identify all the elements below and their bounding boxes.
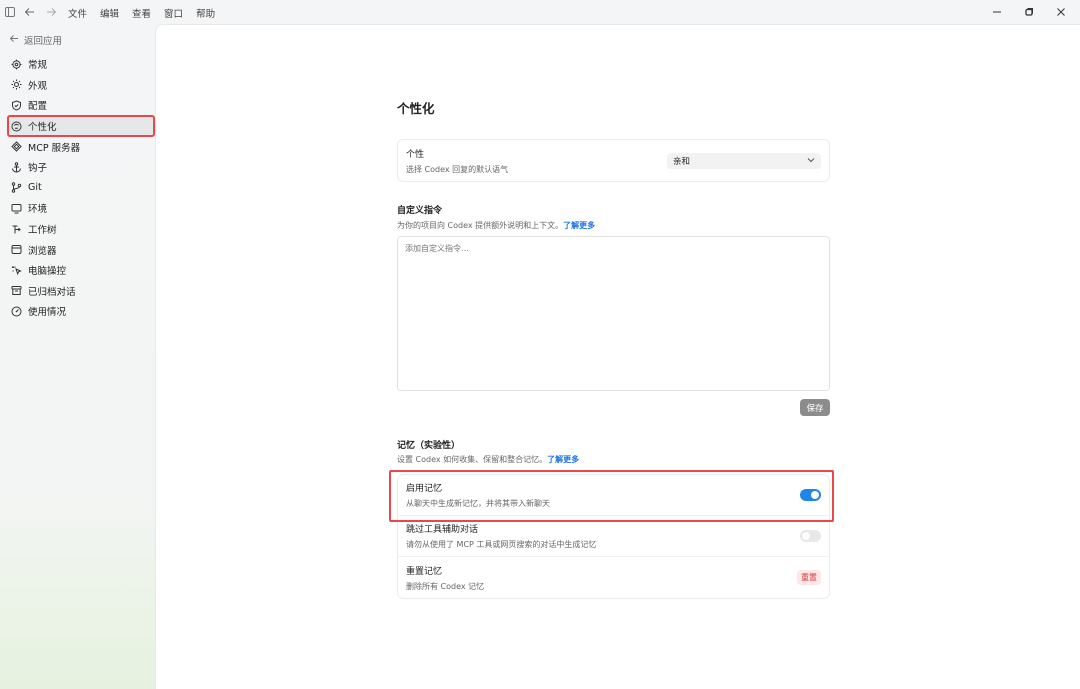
sidebar-item-label: 已归档对话 (28, 286, 76, 298)
personality-card: 个性 选择 Codex 回复的默认语气 亲和 (397, 139, 830, 182)
gauge-icon (11, 306, 22, 317)
git-branch-icon (11, 182, 22, 194)
menu-edit[interactable]: 编辑 (100, 6, 119, 20)
sidebar-item-git[interactable]: Git (8, 178, 154, 199)
memory-card: 启用记忆 从聊天中生成新记忆，并将其带入新聊天 跳过工具辅助对话 请勿从使用了 … (397, 474, 830, 599)
sidebar-item-archived-chats[interactable]: 已归档对话 (8, 281, 154, 302)
sidebar-item-label: 电脑操控 (28, 266, 67, 278)
page-title: 个性化 (397, 101, 435, 116)
personality-select[interactable]: 亲和 (667, 152, 821, 169)
sidebar-item-hooks[interactable]: 钩子 (8, 157, 154, 178)
reset-memory-desc: 删除所有 Codex 记忆 (406, 581, 485, 591)
toggle-knob (811, 491, 819, 499)
shield-icon (11, 100, 22, 111)
sidebar-item-computer-control[interactable]: 电脑操控 (8, 260, 154, 281)
sidebar-item-worktree[interactable]: 工作树 (8, 219, 154, 240)
back-to-app-label: 返回应用 (24, 36, 63, 47)
custom-instructions-desc: 为你的项目向 Codex 提供额外说明和上下文。了解更多 (397, 220, 595, 231)
settings-main-panel: 个性化 个性 选择 Codex 回复的默认语气 亲和 自定义指令 为你的项目向 … (155, 24, 1080, 689)
enable-memory-toggle[interactable] (800, 489, 821, 501)
sidebar-item-usage[interactable]: 使用情况 (8, 301, 154, 322)
sidebar-toggle-icon[interactable] (3, 5, 17, 19)
custom-instructions-title: 自定义指令 (397, 206, 443, 216)
menu-window[interactable]: 窗口 (164, 6, 183, 20)
sidebar-item-label: 环境 (28, 204, 48, 216)
settings-sidebar: 返回应用 常规 外观 配置 个性化 MCP 服务器 钩子 Git 环境 工作树 … (0, 24, 155, 689)
custom-instructions-desc-text: 为你的项目向 Codex 提供额外说明和上下文。 (397, 221, 564, 230)
memory-desc-text: 设置 Codex 如何收集、保留和整合记忆。 (397, 455, 548, 464)
enable-memory-label: 启用记忆 (406, 484, 443, 494)
sidebar-item-label: 常规 (28, 60, 48, 72)
sidebar-item-label: 使用情况 (28, 307, 67, 319)
reset-memory-label: 重置记忆 (406, 566, 443, 577)
sidebar-item-config[interactable]: 配置 (8, 95, 154, 116)
title-bar: 文件 编辑 查看 窗口 帮助 (0, 0, 1080, 24)
memory-row-skip-tools: 跳过工具辅助对话 请勿从使用了 MCP 工具或网页搜索的对话中生成记忆 (398, 516, 829, 557)
sidebar-item-label: 个性化 (28, 122, 57, 134)
skip-tool-chats-desc: 请勿从使用了 MCP 工具或网页搜索的对话中生成记忆 (406, 540, 597, 549)
memory-section-title: 记忆（实验性） (397, 441, 461, 451)
sidebar-item-label: 工作树 (28, 225, 57, 237)
sidebar-item-label: 钩子 (28, 163, 48, 175)
memory-section-desc: 设置 Codex 如何收集、保留和整合记忆。了解更多 (397, 454, 579, 465)
enable-memory-desc: 从聊天中生成新记忆，并将其带入新聊天 (406, 499, 550, 508)
back-arrow-icon[interactable] (22, 5, 36, 19)
chevron-down-icon (807, 156, 815, 166)
memory-learn-more-link[interactable]: 了解更多 (547, 455, 579, 464)
sidebar-item-environment[interactable]: 环境 (8, 198, 154, 219)
sidebar-item-appearance[interactable]: 外观 (8, 75, 154, 96)
sidebar-item-label: Git (28, 182, 42, 194)
minimize-icon[interactable] (990, 5, 1004, 19)
close-icon[interactable] (1054, 5, 1068, 19)
personality-desc: 选择 Codex 回复的默认语气 (406, 164, 509, 174)
sidebar-item-general[interactable]: 常规 (8, 54, 154, 75)
back-arrow-icon (9, 34, 19, 46)
menu-file[interactable]: 文件 (68, 6, 87, 20)
memory-row-reset: 重置记忆 删除所有 Codex 记忆 重置 (398, 557, 829, 598)
worktree-icon (11, 224, 22, 235)
personality-label: 个性 (406, 149, 425, 160)
sidebar-item-label: 浏览器 (28, 245, 57, 257)
gear-icon (11, 59, 22, 70)
skip-tool-chats-label: 跳过工具辅助对话 (406, 525, 479, 535)
monitor-icon (11, 203, 22, 214)
custom-instructions-input[interactable] (397, 236, 830, 391)
sidebar-item-label: 配置 (28, 101, 48, 113)
sidebar-item-browser[interactable]: 浏览器 (8, 239, 154, 260)
back-to-app-link[interactable]: 返回应用 (9, 33, 62, 47)
toggle-knob (802, 532, 810, 540)
sidebar-item-label: 外观 (28, 80, 48, 92)
personality-row: 个性 选择 Codex 回复的默认语气 亲和 (398, 140, 829, 181)
sidebar-item-mcp-servers[interactable]: MCP 服务器 (8, 136, 154, 157)
sun-icon (11, 79, 22, 90)
anchor-icon (11, 162, 22, 173)
menu-help[interactable]: 帮助 (196, 6, 215, 20)
forward-arrow-icon[interactable] (44, 5, 58, 19)
skip-tool-chats-toggle[interactable] (800, 530, 821, 542)
menu-bar: 文件 编辑 查看 窗口 帮助 (68, 6, 215, 20)
memory-row-enable: 启用记忆 从聊天中生成新记忆，并将其带入新聊天 (398, 475, 829, 516)
mcp-icon (11, 141, 22, 152)
personality-select-value: 亲和 (673, 156, 691, 167)
persona-icon (11, 121, 22, 132)
pointer-icon (11, 265, 22, 276)
custom-instructions-learn-more-link[interactable]: 了解更多 (563, 221, 595, 230)
sidebar-item-label: MCP 服务器 (28, 142, 81, 154)
archive-icon (11, 285, 22, 296)
restore-icon[interactable] (1022, 5, 1036, 19)
window-controls (990, 5, 1068, 19)
save-button[interactable]: 保存 (800, 399, 830, 416)
reset-memory-button[interactable]: 重置 (797, 570, 821, 585)
settings-nav: 常规 外观 配置 个性化 MCP 服务器 钩子 Git 环境 工作树 浏览器 电… (7, 54, 155, 322)
menu-view[interactable]: 查看 (132, 6, 151, 20)
browser-icon (11, 244, 22, 255)
sidebar-item-personalization[interactable]: 个性化 (7, 114, 155, 138)
